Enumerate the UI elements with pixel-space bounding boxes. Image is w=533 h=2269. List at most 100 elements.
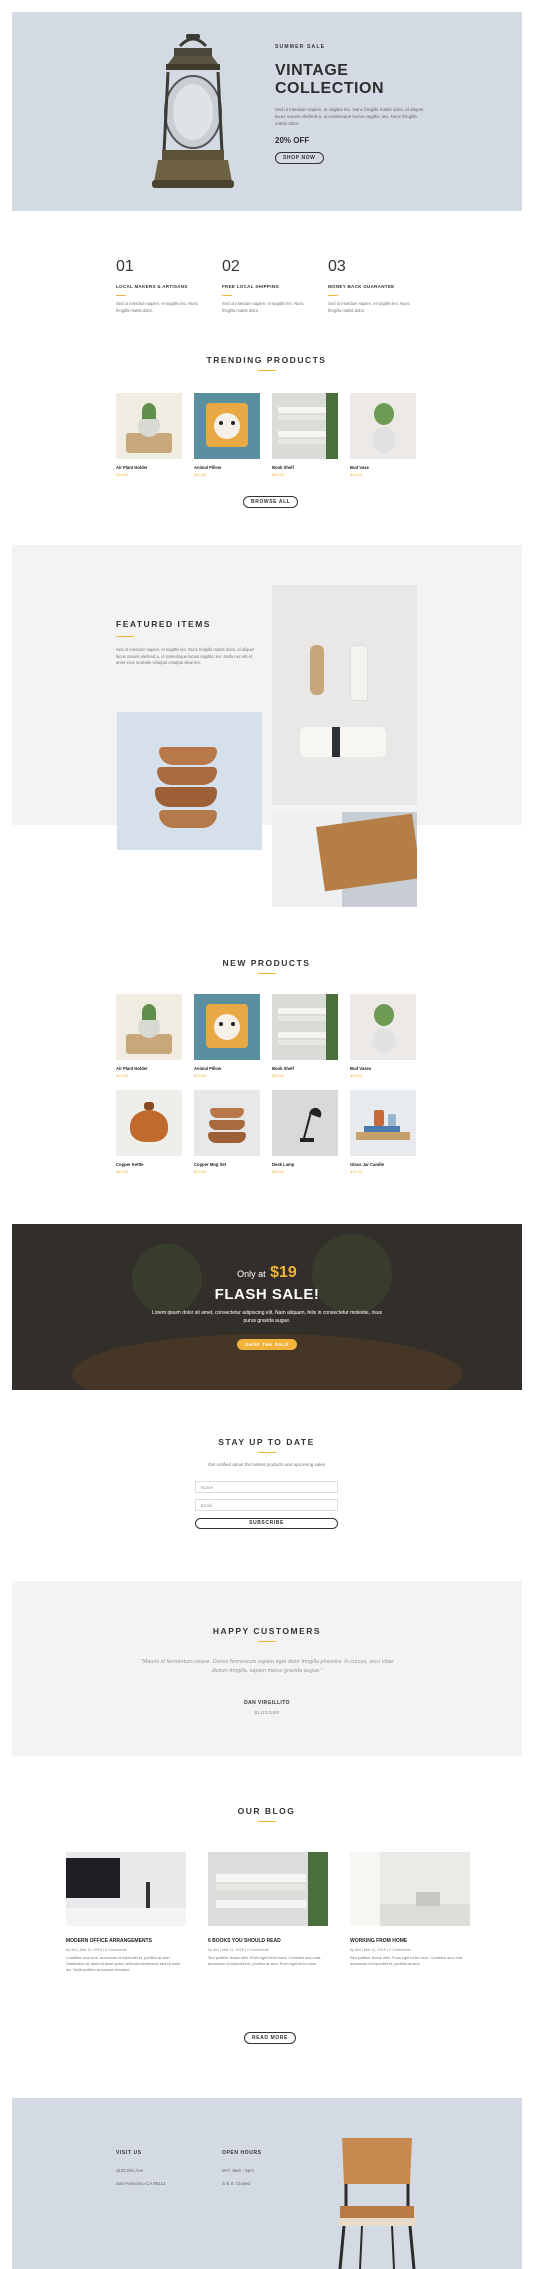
section-divider xyxy=(258,1452,276,1453)
feature-description: Sed ut interdum sapien, et sagittis leo.… xyxy=(328,301,410,313)
testimonial-section: HAPPY CUSTOMERS "Mauris id fermentum neq… xyxy=(12,1581,522,1756)
footer-hours-line2: S & S: Closed xyxy=(222,2181,251,2186)
featured-title: FEATURED ITEMS xyxy=(116,619,211,629)
product-card[interactable]: Air Plant Holder $10.00 xyxy=(116,393,182,477)
product-name: Book Shelf xyxy=(272,465,294,470)
blog-post-title[interactable]: MODERN OFFICE ARRANGEMENTS xyxy=(66,1938,186,1944)
feature-number: 01 xyxy=(116,258,134,275)
feature-number: 03 xyxy=(328,258,346,275)
product-price: $12.00 xyxy=(350,1169,363,1174)
blog-post[interactable]: 6 BOOKS YOU SHOULD READ by divi | Mar 11… xyxy=(208,1852,328,1967)
footer-hours-title: OPEN HOURS xyxy=(222,2150,262,2156)
footer-visit-title: VISIT US xyxy=(116,2150,142,2156)
product-price: $10.00 xyxy=(116,1073,129,1078)
hero-description: Sed ut interdum sapien, et sagittis leo.… xyxy=(275,107,424,126)
feature-item: 02 FREE LOCAL SHIPPING Sed ut interdum s… xyxy=(222,258,304,314)
product-name: Glass Jar Candle xyxy=(350,1162,384,1167)
subscribe-button[interactable]: SUBSCRIBE xyxy=(195,1518,338,1529)
testimonial-quote: "Mauris id fermentum neque. Donec fermen… xyxy=(140,1659,394,1674)
lantern-image xyxy=(152,34,234,188)
product-price: $40.00 xyxy=(272,1169,285,1174)
feature-number: 02 xyxy=(222,258,240,275)
footer-address-line2: San Francisco CA 95113 xyxy=(116,2181,166,2186)
feature-title: MONEY BACK GUARANTEE xyxy=(328,284,395,289)
blog-post-excerpt: Curabitur arcu erat, accumsan id imperdi… xyxy=(66,1956,181,1972)
browse-all-button[interactable]: BROWSE ALL xyxy=(243,496,299,508)
blog-post[interactable]: WORKING FROM HOME by divi | Mar 11, 2019… xyxy=(350,1852,470,1967)
email-field[interactable]: Email xyxy=(195,1499,338,1511)
product-card[interactable]: Copper Mug Set $25.00 xyxy=(194,1090,260,1174)
new-products-title: NEW PRODUCTS xyxy=(222,958,311,968)
product-card[interactable]: Bud Vase $20.00 xyxy=(350,393,416,477)
footer: VISIT US 1120 Divi Ave San Francisco CA … xyxy=(12,2098,522,2269)
product-price: $10.00 xyxy=(116,472,129,477)
blog-post[interactable]: MODERN OFFICE ARRANGEMENTS by divi | Mar… xyxy=(66,1852,186,1973)
blog-post-title[interactable]: 6 BOOKS YOU SHOULD READ xyxy=(208,1938,328,1944)
featured-description: Sed ut interdum sapien, et sagittis leo.… xyxy=(116,647,255,665)
feature-divider xyxy=(222,295,232,296)
section-divider xyxy=(116,636,134,637)
product-name: Bud Vases xyxy=(350,1066,372,1071)
section-divider xyxy=(258,973,276,974)
product-image xyxy=(116,1090,182,1156)
product-price: $45.00 xyxy=(116,1169,129,1174)
feature-divider xyxy=(116,295,126,296)
product-card[interactable]: Bud Vases $20.00 xyxy=(350,994,416,1078)
blog-post-meta: by divi | Mar 11, 2019 | 0 Comments xyxy=(66,1948,127,1952)
blog-image xyxy=(350,1852,470,1926)
feature-divider xyxy=(328,295,338,296)
product-image xyxy=(272,1090,338,1156)
name-field[interactable]: Name xyxy=(195,1481,338,1493)
section-divider xyxy=(258,1641,276,1642)
hero-title: VINTAGE COLLECTION xyxy=(275,62,435,98)
featured-section xyxy=(12,545,522,825)
feature-item: 03 MONEY BACK GUARANTEE Sed ut interdum … xyxy=(328,258,410,314)
product-card[interactable]: Copper Kettle $45.00 xyxy=(116,1090,182,1174)
product-price: $15.00 xyxy=(194,1073,207,1078)
hero-discount: 20% OFF xyxy=(275,136,310,145)
flash-description: Lorem ipsum dolor sit amet, consectetur … xyxy=(151,1310,383,1324)
blog-post-excerpt: Sed porttitor lectus nibh. Proin eget to… xyxy=(350,1956,464,1966)
flash-sale-banner: Only at $19 FLASH SALE! Lorem ipsum dolo… xyxy=(12,1224,522,1390)
blog-post-meta: by divi | Mar 11, 2019 | 0 Comments xyxy=(208,1948,269,1952)
product-image xyxy=(272,994,338,1060)
hero-content: SUMMER SALE VINTAGE COLLECTION Sed ut in… xyxy=(275,44,435,164)
product-image xyxy=(350,393,416,459)
footer-visit: VISIT US 1120 Divi Ave San Francisco CA … xyxy=(116,2150,206,2186)
product-image xyxy=(272,393,338,459)
product-card[interactable]: Book Shelf $30.00 xyxy=(272,994,338,1078)
shop-the-sale-button[interactable]: SHOP THE SALE xyxy=(237,1339,297,1350)
product-name: Air Plant Holder xyxy=(116,1066,148,1071)
footer-hours: OPEN HOURS M-F: 9am - 6pm S & S: Closed xyxy=(222,2150,312,2186)
product-name: Desk Lamp xyxy=(272,1162,295,1167)
product-price: $30.00 xyxy=(272,472,285,477)
product-image xyxy=(194,393,260,459)
product-price: $20.00 xyxy=(350,472,363,477)
feature-description: Sed ut interdum sapien, et sagittis leo.… xyxy=(222,301,304,313)
newsletter-subtitle: Get notified about the lastest products … xyxy=(207,1462,326,1467)
product-card[interactable]: Book Shelf $30.00 xyxy=(272,393,338,477)
shop-now-button[interactable]: SHOP NOW xyxy=(275,152,324,164)
product-name: Air Plant Holder xyxy=(116,465,148,470)
product-card[interactable]: Desk Lamp $40.00 xyxy=(272,1090,338,1174)
feature-title: LOCAL MAKERS & ARTISANS xyxy=(116,284,188,289)
testimonial-title: HAPPY CUSTOMERS xyxy=(212,1626,322,1636)
product-image xyxy=(350,1090,416,1156)
blog-post-excerpt: Sed porttitor lectus nibh. Proin eget to… xyxy=(208,1956,322,1966)
product-name: Copper Kettle xyxy=(116,1162,144,1167)
product-card[interactable]: Animal Pillow $15.00 xyxy=(194,994,260,1078)
product-card[interactable]: Animal Pillow $15.00 xyxy=(194,393,260,477)
hero-title-line2: COLLECTION xyxy=(275,80,384,97)
flash-title: FLASH SALE! xyxy=(214,1286,320,1303)
blog-image xyxy=(66,1852,186,1926)
product-name: Animal Pillow xyxy=(194,1066,222,1071)
trending-title: TRENDING PRODUCTS xyxy=(206,355,327,365)
hero-banner: SUMMER SALE VINTAGE COLLECTION Sed ut in… xyxy=(12,12,522,211)
product-card[interactable]: Air Plant Holder $10.00 xyxy=(116,994,182,1078)
read-more-button[interactable]: READ MORE xyxy=(244,2032,296,2044)
blog-post-title[interactable]: WORKING FROM HOME xyxy=(350,1938,470,1944)
product-name: Copper Mug Set xyxy=(194,1162,227,1167)
product-name: Bud Vase xyxy=(350,465,369,470)
product-name: Book Shelf xyxy=(272,1066,294,1071)
product-card[interactable]: Glass Jar Candle $12.00 xyxy=(350,1090,416,1174)
